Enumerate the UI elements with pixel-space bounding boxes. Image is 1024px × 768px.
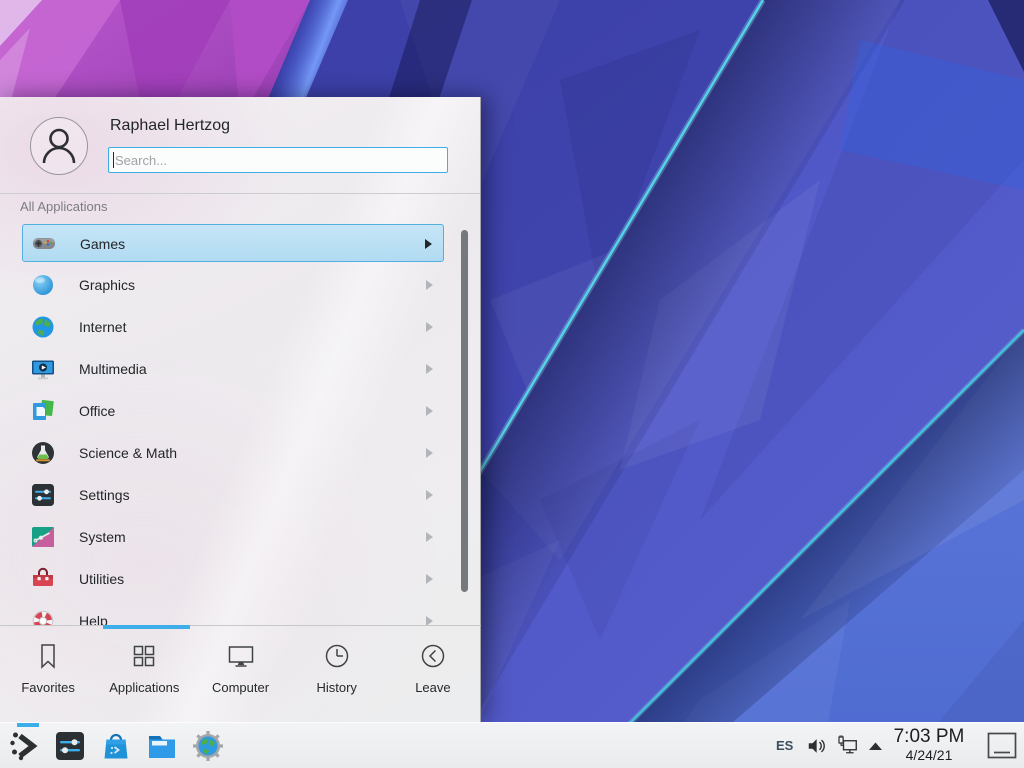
category-item-internet[interactable]: Internet [22, 308, 444, 346]
discover-bag-icon[interactable] [100, 730, 132, 762]
category-item-multimedia[interactable]: Multimedia [22, 350, 444, 388]
clock-icon [322, 641, 352, 671]
tab-label: Favorites [21, 680, 74, 695]
tab-label: Applications [109, 680, 179, 695]
category-item-graphics[interactable]: Graphics [22, 266, 444, 304]
tab-label: Leave [415, 680, 450, 695]
tabbar-divider [0, 625, 481, 626]
office-icon [30, 398, 56, 424]
submenu-arrow-icon [426, 574, 433, 584]
category-label: Multimedia [79, 361, 147, 377]
settings-icon [30, 482, 56, 508]
category-item-help[interactable]: Help [22, 602, 444, 625]
submenu-arrow-icon [426, 448, 433, 458]
taskbar-panel: ES 7:03 PM 4/24/21 [0, 722, 1024, 768]
category-item-office[interactable]: Office [22, 392, 444, 430]
digital-clock[interactable]: 7:03 PM 4/24/21 [888, 726, 970, 764]
active-task-indicator [17, 723, 39, 727]
tab-label: Computer [212, 680, 269, 695]
multimedia-icon [30, 356, 56, 382]
kickoff-tabbar: Favorites Applications Computer [0, 629, 481, 722]
clock-date: 4/24/21 [888, 747, 970, 764]
category-label: Internet [79, 319, 126, 335]
tab-computer[interactable]: Computer [192, 629, 288, 722]
utilities-icon [30, 566, 56, 592]
submenu-arrow-icon [426, 280, 433, 290]
gamepad-icon [31, 230, 57, 256]
help-icon [30, 608, 56, 625]
submenu-arrow-icon [426, 364, 433, 374]
leave-icon [418, 641, 448, 671]
category-label: Settings [79, 487, 130, 503]
keyboard-layout-indicator[interactable]: ES [776, 738, 793, 753]
category-label: System [79, 529, 126, 545]
category-label: Help [79, 613, 108, 625]
tab-label: History [316, 680, 356, 695]
tab-leave[interactable]: Leave [385, 629, 481, 722]
category-label: Games [80, 236, 125, 252]
web-globe-gear-icon[interactable] [192, 730, 224, 762]
application-launcher-menu: Raphael Hertzog All Applications Games [0, 97, 481, 722]
tab-applications[interactable]: Applications [96, 629, 192, 722]
submenu-arrow-icon [426, 532, 433, 542]
submenu-arrow-icon [426, 616, 433, 625]
system-icon [30, 524, 56, 550]
expand-tray-caret-icon[interactable] [868, 741, 883, 751]
submenu-arrow-icon [425, 239, 432, 249]
show-desktop-button[interactable] [987, 732, 1017, 759]
submenu-arrow-icon [426, 406, 433, 416]
category-item-system[interactable]: System [22, 518, 444, 556]
submenu-arrow-icon [426, 322, 433, 332]
system-settings-icon[interactable] [54, 730, 86, 762]
monitor-icon [226, 641, 256, 671]
category-list: Games Graphics Internet [0, 97, 481, 625]
sphere-icon [30, 272, 56, 298]
category-label: Office [79, 403, 115, 419]
tab-favorites[interactable]: Favorites [0, 629, 96, 722]
category-item-science-math[interactable]: Science & Math [22, 434, 444, 472]
file-manager-folder-icon[interactable] [146, 730, 178, 762]
grid-icon [129, 641, 159, 671]
submenu-arrow-icon [426, 490, 433, 500]
category-label: Science & Math [79, 445, 177, 461]
globe-icon [30, 314, 56, 340]
category-item-utilities[interactable]: Utilities [22, 560, 444, 598]
app-launcher-icon[interactable] [8, 730, 40, 762]
volume-icon[interactable] [806, 735, 828, 757]
category-item-games[interactable]: Games [22, 224, 444, 262]
science-icon [30, 440, 56, 466]
category-item-settings[interactable]: Settings [22, 476, 444, 514]
list-scrollbar[interactable] [461, 230, 468, 592]
category-label: Utilities [79, 571, 124, 587]
category-label: Graphics [79, 277, 135, 293]
network-icon[interactable] [836, 734, 860, 758]
tab-history[interactable]: History [289, 629, 385, 722]
clock-time: 7:03 PM [888, 726, 970, 747]
bookmark-icon [33, 641, 63, 671]
